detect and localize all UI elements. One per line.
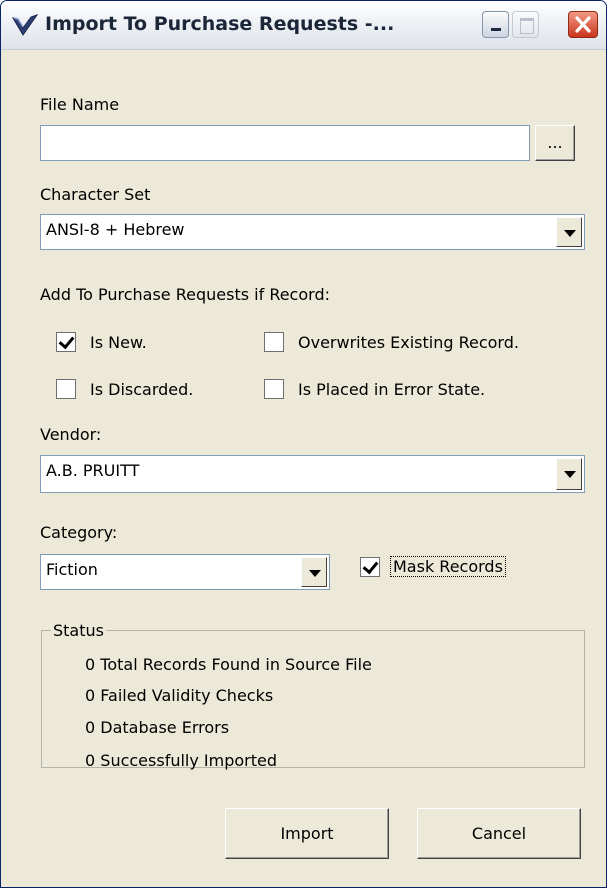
minimize-button[interactable]	[482, 11, 509, 38]
overwrites-label: Overwrites Existing Record.	[298, 332, 519, 352]
status-count: 0	[85, 751, 96, 770]
vendor-label: Vendor:	[40, 425, 102, 444]
status-text: Successfully Imported	[100, 751, 278, 770]
import-button[interactable]: Import	[225, 808, 389, 859]
error-state-label: Is Placed in Error State.	[298, 379, 486, 399]
file-name-input[interactable]	[40, 125, 530, 161]
window-title: Import To Purchase Requests -...	[45, 13, 395, 35]
minimize-icon	[491, 28, 501, 31]
dropdown-arrow-icon[interactable]	[556, 458, 582, 490]
maximize-icon	[520, 18, 534, 34]
mask-records-checkbox-row[interactable]: Mask Records	[360, 556, 506, 577]
close-icon	[575, 16, 591, 33]
status-count: 0	[85, 718, 96, 737]
status-text: Total Records Found in Source File	[100, 655, 372, 674]
category-value: Fiction	[46, 560, 98, 579]
status-group-title: Status	[51, 621, 106, 640]
status-count: 0	[85, 655, 96, 674]
mask-records-label: Mask Records	[390, 556, 506, 577]
status-line-failed: 0 Failed Validity Checks	[85, 686, 273, 705]
file-name-label: File Name	[40, 95, 120, 114]
is-new-label: Is New.	[90, 332, 147, 352]
dropdown-arrow-icon[interactable]	[301, 557, 327, 587]
dropdown-arrow-icon[interactable]	[556, 217, 582, 247]
import-dialog-window: Import To Purchase Requests -... File Na…	[0, 0, 607, 888]
title-bar[interactable]: Import To Purchase Requests -...	[1, 1, 606, 50]
status-line-total: 0 Total Records Found in Source File	[85, 655, 372, 674]
is-new-checkbox-row[interactable]: Is New.	[56, 332, 147, 352]
is-discarded-checkbox-row[interactable]: Is Discarded.	[56, 379, 193, 399]
status-text: Failed Validity Checks	[100, 686, 274, 705]
mask-records-checkbox[interactable]	[360, 556, 380, 577]
status-line-db-errors: 0 Database Errors	[85, 718, 229, 737]
error-state-checkbox-row[interactable]: Is Placed in Error State.	[264, 379, 485, 399]
vendor-dropdown[interactable]: A.B. PRUITT	[40, 455, 585, 493]
character-set-label: Character Set	[40, 185, 151, 204]
status-text: Database Errors	[100, 718, 230, 737]
overwrites-checkbox[interactable]	[264, 332, 284, 352]
add-conditions-label: Add To Purchase Requests if Record:	[40, 285, 330, 304]
error-state-checkbox[interactable]	[264, 379, 284, 399]
maximize-button	[512, 11, 539, 38]
category-label: Category:	[40, 523, 118, 542]
is-new-checkbox[interactable]	[56, 332, 76, 352]
overwrites-checkbox-row[interactable]: Overwrites Existing Record.	[264, 332, 519, 352]
is-discarded-checkbox[interactable]	[56, 379, 76, 399]
status-count: 0	[85, 686, 96, 705]
v-checkmark-icon	[12, 14, 39, 36]
status-line-imported: 0 Successfully Imported	[85, 751, 277, 770]
browse-button[interactable]: ...	[535, 125, 575, 161]
vendor-value: A.B. PRUITT	[46, 461, 140, 480]
category-dropdown[interactable]: Fiction	[40, 554, 330, 590]
close-button[interactable]	[568, 11, 598, 38]
character-set-value: ANSI-8 + Hebrew	[46, 220, 185, 239]
is-discarded-label: Is Discarded.	[90, 379, 194, 399]
cancel-button[interactable]: Cancel	[417, 808, 581, 859]
character-set-dropdown[interactable]: ANSI-8 + Hebrew	[40, 214, 585, 250]
